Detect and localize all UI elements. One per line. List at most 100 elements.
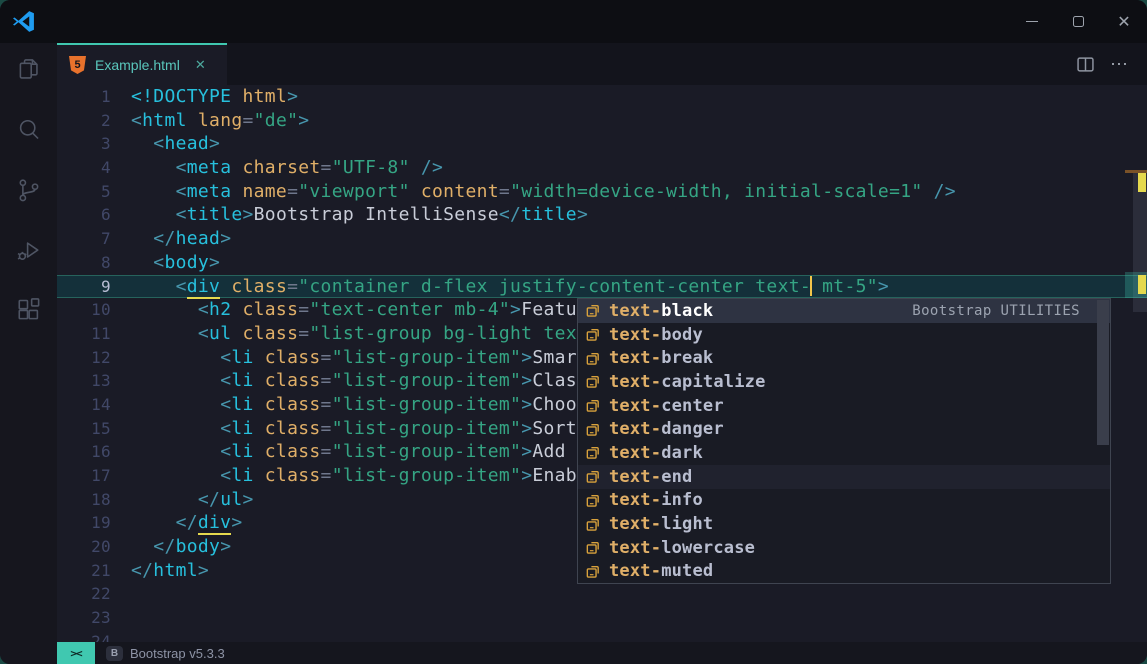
code-line[interactable]: 4 <meta charset="UTF-8" /> (57, 156, 1147, 180)
code-text: <html lang="de"> (131, 109, 1147, 133)
snippet-icon (585, 421, 602, 438)
suggestion-label: text-light (609, 514, 713, 534)
suggestion-item[interactable]: text-muted (578, 560, 1110, 584)
extensions-icon (15, 296, 42, 323)
tab-bar: 5 Example.html ✕ ⋯ (57, 43, 1147, 85)
suggest-scrollbar[interactable] (1097, 300, 1109, 445)
suggestion-item[interactable]: text-info (578, 489, 1110, 513)
line-number: 6 (57, 203, 131, 227)
sidebar-item-source-control[interactable] (5, 176, 53, 236)
code-text (131, 606, 1147, 630)
code-line[interactable]: 24 (57, 630, 1147, 642)
code-line[interactable]: 8 <body> (57, 251, 1147, 275)
line-number: 13 (57, 369, 131, 393)
html5-icon: 5 (69, 56, 86, 74)
warning-marker (1138, 275, 1146, 294)
suggestion-item[interactable]: text-body (578, 323, 1110, 347)
line-number: 4 (57, 156, 131, 180)
suggestion-item[interactable]: text-dark (578, 441, 1110, 465)
line-number: 14 (57, 393, 131, 417)
line-number: 20 (57, 535, 131, 559)
suggestion-item[interactable]: text-end (578, 465, 1110, 489)
title-bar: ✕ (0, 0, 1147, 43)
sidebar-item-extensions[interactable] (5, 296, 53, 356)
code-text: </head> (131, 227, 1147, 251)
suggestion-item[interactable]: text-capitalize (578, 370, 1110, 394)
code-line[interactable]: 6 <title>Bootstrap IntelliSense</title> (57, 203, 1147, 227)
tab-label: Example.html (95, 57, 180, 73)
code-line[interactable]: 22 (57, 582, 1147, 606)
tab-close-icon[interactable]: ✕ (195, 57, 206, 73)
code-text: <meta name="viewport" content="width=dev… (131, 180, 1147, 204)
suggestion-label: text-black (609, 301, 713, 321)
line-number: 7 (57, 227, 131, 251)
line-number: 5 (57, 180, 131, 204)
line-number: 8 (57, 251, 131, 275)
code-line[interactable]: 5 <meta name="viewport" content="width=d… (57, 180, 1147, 204)
suggestion-item[interactable]: text-light (578, 512, 1110, 536)
code-text: <title>Bootstrap IntelliSense</title> (131, 203, 1147, 227)
snippet-icon (585, 492, 602, 509)
editor-actions: ⋯ (1077, 43, 1147, 85)
line-number: 16 (57, 440, 131, 464)
suggest-list: text-blackBootstrap UTILITIEStext-bodyte… (578, 299, 1110, 583)
suggestion-item[interactable]: text-blackBootstrap UTILITIES (578, 299, 1110, 323)
suggestion-item[interactable]: text-center (578, 394, 1110, 418)
intellisense-suggest-widget: text-blackBootstrap UTILITIEStext-bodyte… (577, 298, 1111, 584)
vscode-logo-icon (11, 9, 36, 34)
code-text (131, 582, 1147, 606)
suggestion-label: text-center (609, 396, 724, 416)
code-line[interactable]: 23 (57, 606, 1147, 630)
suggestion-item[interactable]: text-break (578, 346, 1110, 370)
suggestion-label: text-info (609, 490, 703, 510)
status-item-bootstrap[interactable]: B Bootstrap v5.3.3 (106, 646, 225, 661)
snippet-icon (585, 373, 602, 390)
suggestion-label: text-dark (609, 443, 703, 463)
line-number: 18 (57, 488, 131, 512)
suggestion-label: text-muted (609, 561, 713, 581)
remote-indicator[interactable]: >< (57, 642, 95, 664)
vscode-window: ✕ (0, 0, 1147, 664)
line-number: 3 (57, 132, 131, 156)
snippet-icon (585, 397, 602, 414)
bootstrap-icon: B (106, 646, 123, 661)
line-number: 21 (57, 559, 131, 583)
tab-example-html[interactable]: 5 Example.html ✕ (57, 43, 227, 85)
code-text: <div class="container d-flex justify-con… (131, 275, 1147, 299)
sidebar-item-search[interactable] (5, 116, 53, 176)
suggestion-item[interactable]: text-danger (578, 417, 1110, 441)
more-actions-icon[interactable]: ⋯ (1110, 59, 1129, 69)
suggestion-label: text-capitalize (609, 372, 766, 392)
code-line[interactable]: 9 <div class="container d-flex justify-c… (57, 275, 1147, 299)
code-line[interactable]: 1<!DOCTYPE html> (57, 85, 1147, 109)
line-number: 1 (57, 85, 131, 109)
split-editor-icon[interactable] (1077, 57, 1094, 72)
code-line[interactable]: 7 </head> (57, 227, 1147, 251)
code-text: <body> (131, 251, 1147, 275)
line-number: 10 (57, 298, 131, 322)
line-number: 19 (57, 511, 131, 535)
suggestion-label: text-body (609, 325, 703, 345)
minimize-button[interactable] (1009, 0, 1055, 43)
code-line[interactable]: 3 <head> (57, 132, 1147, 156)
maximize-button[interactable] (1055, 0, 1101, 43)
suggestion-label: text-end (609, 467, 693, 487)
activity-bar (0, 43, 57, 664)
snippet-icon (585, 444, 602, 461)
status-item-label: Bootstrap v5.3.3 (130, 646, 225, 661)
sidebar-item-explorer[interactable] (5, 56, 53, 116)
close-button[interactable]: ✕ (1101, 0, 1147, 43)
code-editor[interactable]: 1<!DOCTYPE html>2<html lang="de">3 <head… (57, 85, 1147, 642)
snippet-icon (585, 539, 602, 556)
suggestion-item[interactable]: text-lowercase (578, 536, 1110, 560)
suggestion-label: text-lowercase (609, 538, 755, 558)
snippet-icon (585, 563, 602, 580)
line-number: 11 (57, 322, 131, 346)
snippet-icon (585, 516, 602, 533)
line-number: 12 (57, 346, 131, 370)
code-line[interactable]: 2<html lang="de"> (57, 109, 1147, 133)
sidebar-item-run-debug[interactable] (5, 236, 53, 296)
line-number: 2 (57, 109, 131, 133)
line-number: 15 (57, 417, 131, 441)
line-number: 23 (57, 606, 131, 630)
